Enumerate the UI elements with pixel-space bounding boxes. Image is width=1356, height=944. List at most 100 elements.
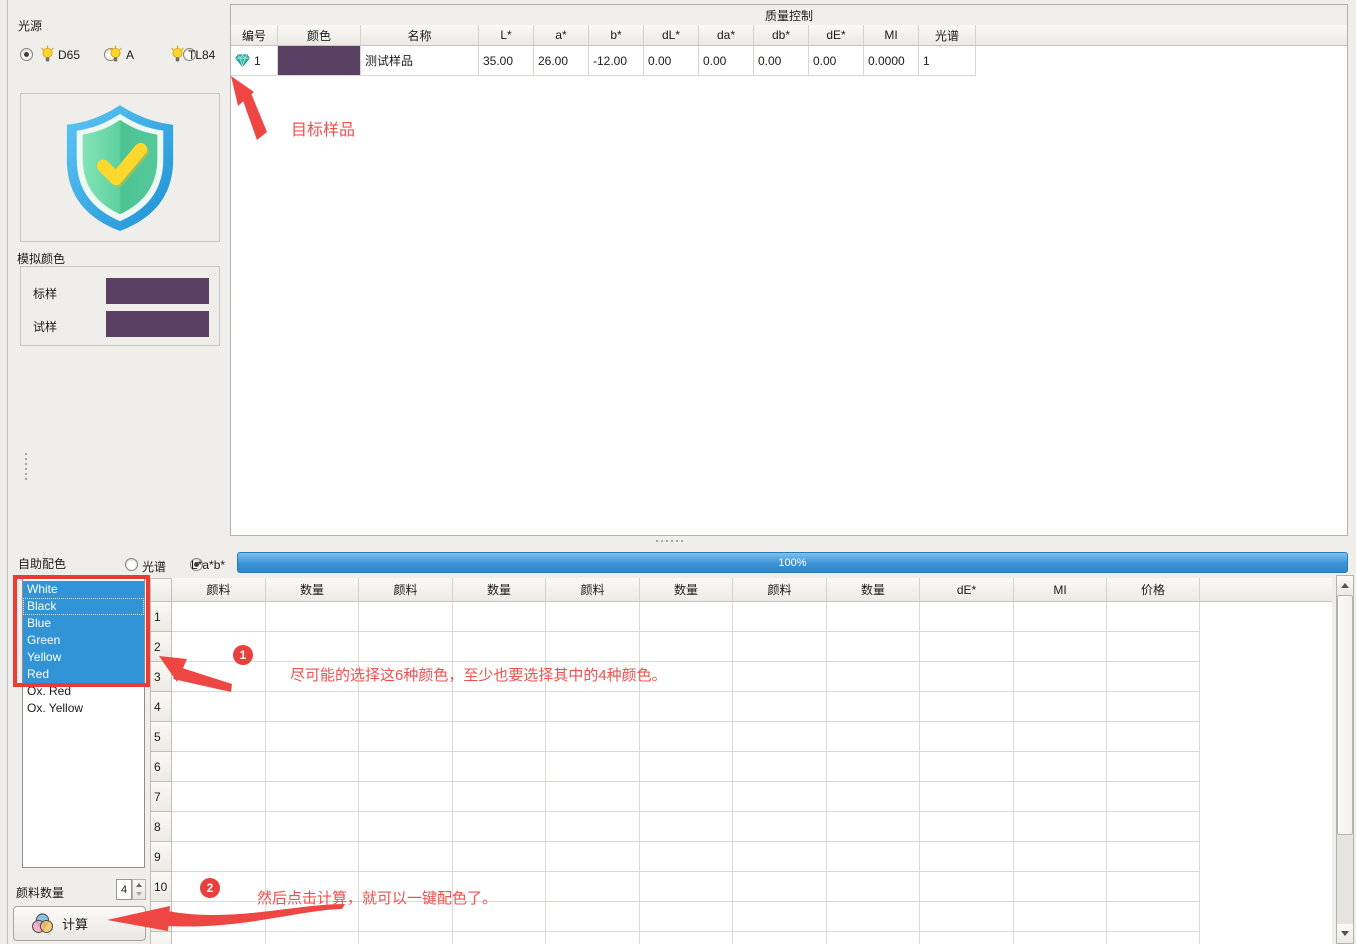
recipe-cell[interactable] [546, 722, 640, 752]
recipe-cell[interactable] [827, 752, 920, 782]
recipe-cell[interactable] [172, 812, 266, 842]
recipe-cell[interactable] [359, 782, 453, 812]
recipe-cell[interactable] [172, 902, 266, 932]
qc-col-header[interactable]: a* [534, 25, 589, 46]
recipe-cell[interactable] [827, 602, 920, 632]
recipe-cell[interactable] [1107, 902, 1200, 932]
qc-col-header[interactable]: L* [479, 25, 534, 46]
table-row[interactable] [150, 932, 1332, 944]
recipe-cell[interactable] [266, 692, 359, 722]
recipe-cell[interactable] [733, 722, 827, 752]
scrollbar-track[interactable] [1337, 835, 1353, 924]
recipe-cell[interactable] [920, 632, 1014, 662]
recipe-col-header[interactable]: 颜料 [733, 578, 827, 602]
recipe-cell[interactable] [1107, 872, 1200, 902]
horizontal-splitter-handle[interactable] [656, 540, 683, 542]
qc-col-header[interactable]: 光谱 [919, 25, 976, 46]
recipe-cell[interactable] [266, 722, 359, 752]
scroll-up-button[interactable] [1337, 576, 1353, 595]
recipe-cell[interactable] [640, 722, 733, 752]
radio-spectrum-mode[interactable] [125, 558, 138, 571]
recipe-cell[interactable] [733, 752, 827, 782]
recipe-cell[interactable] [1014, 932, 1107, 944]
qc-col-header[interactable]: da* [699, 25, 754, 46]
table-row[interactable]: 7 [150, 782, 1332, 812]
recipe-cell[interactable] [1014, 602, 1107, 632]
recipe-col-header[interactable]: 数量 [453, 578, 546, 602]
recipe-cell[interactable] [266, 932, 359, 944]
recipe-cell[interactable] [172, 842, 266, 872]
table-row[interactable]: 9 [150, 842, 1332, 872]
row-header[interactable]: 11 [150, 902, 172, 932]
recipe-cell[interactable] [1014, 692, 1107, 722]
recipe-cell[interactable] [827, 812, 920, 842]
recipe-cell[interactable] [827, 722, 920, 752]
row-header[interactable]: 8 [150, 812, 172, 842]
recipe-cell[interactable] [266, 752, 359, 782]
recipe-cell[interactable] [733, 662, 827, 692]
recipe-cell[interactable] [546, 692, 640, 722]
recipe-cell[interactable] [266, 602, 359, 632]
radio-d65[interactable] [20, 48, 33, 61]
stepper-down-button[interactable] [133, 890, 145, 900]
recipe-col-header[interactable]: 价格 [1107, 578, 1200, 602]
recipe-cell[interactable] [172, 602, 266, 632]
recipe-cell[interactable] [920, 692, 1014, 722]
recipe-cell[interactable] [1014, 752, 1107, 782]
recipe-cell[interactable] [1107, 692, 1200, 722]
recipe-cell[interactable] [1014, 902, 1107, 932]
left-splitter[interactable] [7, 0, 8, 944]
row-header[interactable]: 4 [150, 692, 172, 722]
calculate-button[interactable]: 计算 [13, 906, 146, 941]
recipe-cell[interactable] [1014, 812, 1107, 842]
recipe-cell[interactable] [546, 872, 640, 902]
recipe-cell[interactable] [359, 692, 453, 722]
recipe-cell[interactable] [453, 782, 546, 812]
recipe-cell[interactable] [640, 602, 733, 632]
recipe-cell[interactable] [920, 932, 1014, 944]
left-splitter-handle[interactable] [25, 453, 27, 480]
scrollbar-thumb[interactable] [1337, 595, 1353, 835]
recipe-cell[interactable] [1107, 752, 1200, 782]
recipe-cell[interactable] [920, 662, 1014, 692]
recipe-cell[interactable] [827, 632, 920, 662]
table-row[interactable]: 1 测试样品 35.00 26.00 -12.00 0.00 0.00 0.00… [231, 46, 1347, 76]
recipe-cell[interactable] [640, 932, 733, 944]
recipe-cell[interactable] [359, 812, 453, 842]
recipe-cell[interactable] [827, 902, 920, 932]
table-row[interactable]: 8 [150, 812, 1332, 842]
recipe-col-header[interactable]: 数量 [266, 578, 359, 602]
recipe-cell[interactable] [453, 632, 546, 662]
recipe-cell[interactable] [172, 932, 266, 944]
recipe-cell[interactable] [359, 602, 453, 632]
row-header[interactable]: 2 [150, 632, 172, 662]
recipe-cell[interactable] [1014, 872, 1107, 902]
qc-col-header[interactable]: dL* [644, 25, 699, 46]
row-header[interactable]: 10 [150, 872, 172, 902]
qc-col-header[interactable]: MI [864, 25, 919, 46]
recipe-cell[interactable] [827, 692, 920, 722]
recipe-cell[interactable] [359, 722, 453, 752]
qc-col-header[interactable]: 编号 [231, 25, 278, 46]
list-item[interactable]: Ox. Yellow [23, 700, 144, 717]
recipe-cell[interactable] [1014, 842, 1107, 872]
recipe-cell[interactable] [640, 782, 733, 812]
recipe-cell[interactable] [920, 902, 1014, 932]
recipe-cell[interactable] [546, 632, 640, 662]
recipe-cell[interactable] [920, 722, 1014, 752]
recipe-cell[interactable] [733, 902, 827, 932]
recipe-col-header[interactable]: 数量 [827, 578, 920, 602]
row-header[interactable]: 5 [150, 722, 172, 752]
recipe-cell[interactable] [640, 872, 733, 902]
qc-col-header[interactable]: 名称 [361, 25, 479, 46]
recipe-cell[interactable] [172, 662, 266, 692]
recipe-cell[interactable] [359, 752, 453, 782]
recipe-cell[interactable] [827, 782, 920, 812]
recipe-cell[interactable] [266, 812, 359, 842]
qc-col-header[interactable]: b* [589, 25, 644, 46]
recipe-cell[interactable] [1107, 782, 1200, 812]
recipe-col-header[interactable]: 颜料 [359, 578, 453, 602]
recipe-cell[interactable] [359, 842, 453, 872]
recipe-cell[interactable] [453, 812, 546, 842]
recipe-cell[interactable] [453, 752, 546, 782]
